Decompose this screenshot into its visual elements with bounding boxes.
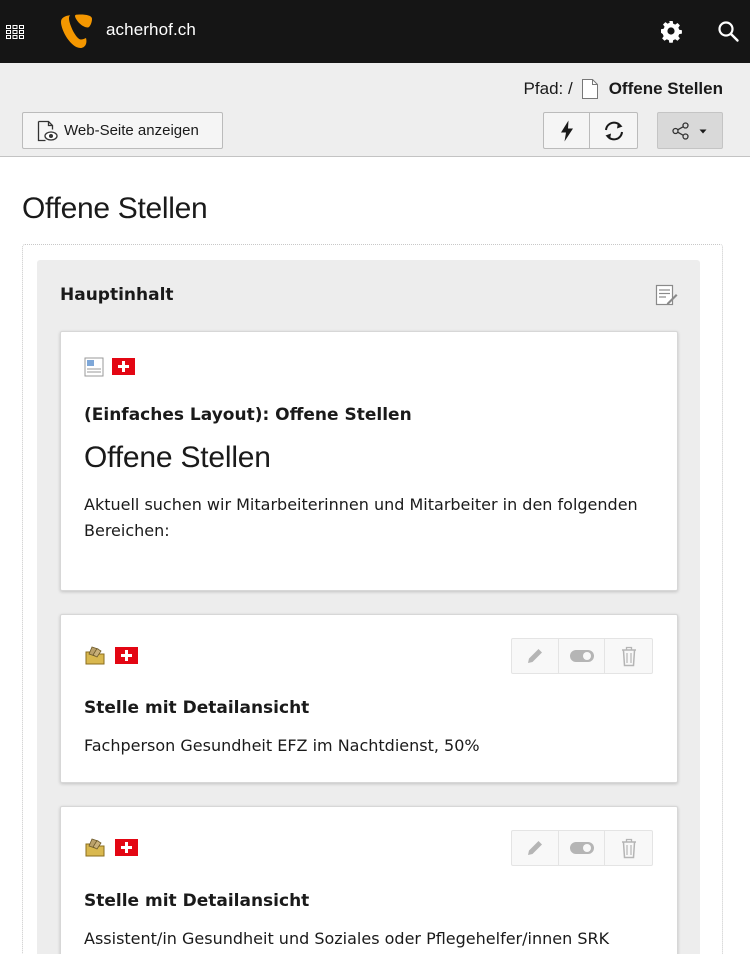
search-icon[interactable]	[716, 19, 740, 43]
text-media-icon	[84, 357, 104, 377]
element-actions	[511, 830, 653, 866]
swiss-flag-icon	[115, 839, 138, 856]
pencil-icon	[527, 841, 542, 855]
page-title: Offene Stellen	[22, 192, 208, 225]
breadcrumb: Pfad: / Offene Stellen	[524, 77, 723, 101]
lightning-icon	[560, 120, 573, 141]
delete-button[interactable]	[605, 639, 652, 673]
caret-down-icon	[699, 129, 707, 133]
element-actions	[511, 638, 653, 674]
edit-button[interactable]	[512, 639, 559, 673]
toggle-visibility-button[interactable]	[559, 831, 606, 865]
swiss-flag-icon	[112, 358, 135, 375]
breadcrumb-prefix: Pfad: /	[523, 79, 573, 98]
content-bodytext: Fachperson Gesundheit EFZ im Nachtdienst…	[84, 736, 480, 755]
job-plugin-icon	[85, 646, 105, 665]
gear-icon[interactable]	[659, 19, 683, 43]
edit-button[interactable]	[512, 831, 559, 865]
trash-icon	[621, 838, 636, 859]
content-type-label[interactable]: Stelle mit Detailansicht	[84, 698, 309, 718]
toggle-icon	[569, 650, 594, 662]
toggle-visibility-button[interactable]	[559, 639, 606, 673]
content-bodytext: Aktuell suchen wir Mitarbeiterinnen und …	[84, 495, 638, 540]
view-webpage-button[interactable]: Web-Seite anzeigen	[22, 112, 223, 149]
content-header: Offene Stellen	[84, 441, 271, 474]
clear-cache-button[interactable]	[543, 112, 590, 149]
column-title: Hauptinhalt	[60, 285, 174, 305]
breadcrumb-page-title[interactable]: Offene Stellen	[609, 79, 723, 99]
trash-icon	[621, 646, 636, 667]
pencil-icon	[527, 649, 542, 663]
view-page-icon	[37, 120, 58, 141]
typo3-logo[interactable]	[61, 14, 94, 49]
delete-button[interactable]	[605, 831, 652, 865]
site-name[interactable]: acherhof.ch	[106, 20, 196, 40]
content-type-label[interactable]: Stelle mit Detailansicht	[84, 891, 309, 911]
refresh-icon	[604, 121, 623, 140]
page-icon	[581, 79, 598, 99]
job-plugin-icon	[85, 838, 105, 857]
swiss-flag-icon	[115, 647, 138, 664]
edit-column-icon[interactable]	[655, 284, 678, 306]
share-icon	[672, 121, 689, 140]
content-bodytext: Assistent/in Gesundheit und Soziales ode…	[84, 929, 610, 948]
app-grid-icon[interactable]	[5, 22, 25, 42]
toggle-icon	[569, 842, 594, 854]
doc-header: Pfad: / Offene Stellen Web-Seite anzeige…	[0, 63, 750, 157]
top-bar: acherhof.ch	[0, 0, 750, 63]
reload-button[interactable]	[589, 112, 638, 149]
share-dropdown-button[interactable]	[657, 112, 723, 149]
content-type-label[interactable]: (Einfaches Layout): Offene Stellen	[84, 405, 412, 425]
view-webpage-label: Web-Seite anzeigen	[64, 122, 199, 139]
